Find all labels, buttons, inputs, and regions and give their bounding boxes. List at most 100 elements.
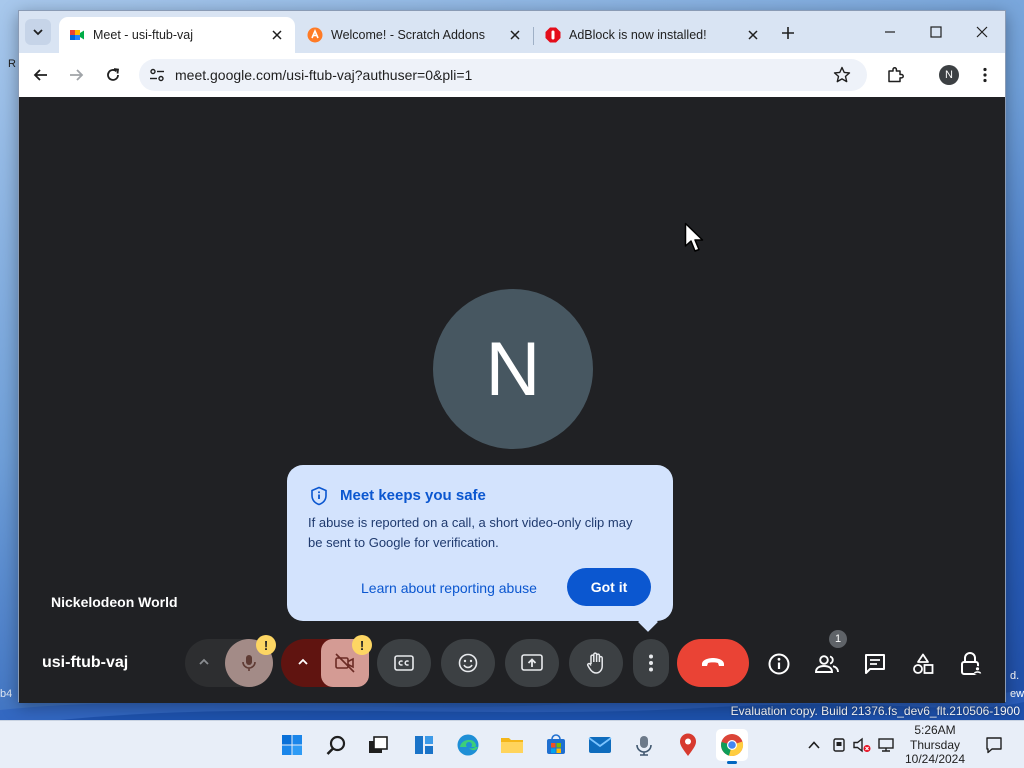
- reload-icon: [107, 68, 120, 81]
- tab-meet[interactable]: Meet - usi-ftub-vaj: [59, 17, 295, 53]
- learn-reporting-abuse-link[interactable]: Learn about reporting abuse: [361, 580, 537, 596]
- activities-button[interactable]: [908, 649, 938, 679]
- popup-body: If abuse is reported on a call, a short …: [308, 515, 633, 550]
- present-screen-button[interactable]: [505, 639, 559, 687]
- close-window-button[interactable]: [959, 17, 1005, 47]
- start-button[interactable]: [276, 729, 308, 761]
- plus-icon: [782, 27, 794, 39]
- windows-logo-icon: [282, 735, 302, 755]
- chat-icon: [865, 654, 885, 674]
- host-controls-button[interactable]: [956, 649, 986, 679]
- browser-menu-button[interactable]: [971, 61, 999, 89]
- volume-muted-icon: [853, 737, 871, 753]
- widgets-button[interactable]: [408, 729, 440, 761]
- microphone-icon: [242, 655, 256, 671]
- emoji-icon: [458, 653, 478, 673]
- browser-window: Meet - usi-ftub-vaj Welcome! - Scratch A…: [18, 10, 1006, 703]
- raise-hand-button[interactable]: [569, 639, 623, 687]
- network-icon: [878, 738, 894, 752]
- tab-title: Welcome! - Scratch Addons: [331, 28, 486, 42]
- site-info-icon[interactable]: [149, 67, 165, 83]
- tab-title: AdBlock is now installed!: [569, 28, 707, 42]
- close-tab-icon[interactable]: [507, 27, 523, 43]
- maximize-button[interactable]: [913, 17, 959, 47]
- desktop-text-fragment: ew: [1010, 688, 1024, 700]
- device-icon: [833, 738, 845, 752]
- leave-call-button[interactable]: [677, 639, 749, 687]
- captions-button[interactable]: [377, 639, 431, 687]
- chevron-up-icon: [808, 741, 820, 749]
- back-button[interactable]: [27, 61, 55, 89]
- file-explorer-app[interactable]: [496, 729, 528, 761]
- shield-icon: [309, 486, 329, 506]
- microphone-icon: [636, 736, 652, 756]
- tab-search-button[interactable]: [25, 19, 51, 45]
- tray-app-icon[interactable]: [829, 735, 849, 755]
- lock-person-icon: [961, 652, 982, 675]
- taskbar: 5:26AM Thursday 10/24/2024: [0, 720, 1024, 768]
- reload-button[interactable]: [99, 61, 127, 89]
- desktop-text-fragment: b4: [0, 688, 13, 700]
- forward-button[interactable]: [62, 61, 90, 89]
- maps-app[interactable]: [672, 729, 704, 761]
- google-meet-icon: [70, 30, 84, 40]
- adblock-icon: [545, 27, 561, 43]
- people-button[interactable]: [812, 649, 842, 679]
- address-bar[interactable]: meet.google.com/usi-ftub-vaj?authuser=0&…: [139, 59, 867, 91]
- clock-time: 5:26AM: [914, 723, 956, 737]
- chat-button[interactable]: [860, 649, 890, 679]
- mail-app[interactable]: [584, 729, 616, 761]
- evaluation-watermark: Evaluation copy. Build 21376.fs_dev6_flt…: [730, 704, 1020, 718]
- tab-adblock[interactable]: AdBlock is now installed!: [535, 17, 771, 53]
- chevron-up-icon: [199, 658, 209, 665]
- task-view-button[interactable]: [362, 729, 394, 761]
- meet-call-view: N Meet keeps you safe If abuse is report…: [19, 97, 1005, 703]
- participant-avatar: N: [433, 289, 593, 449]
- clock-day: Thursday: [909, 737, 961, 752]
- video-settings-chevron[interactable]: [296, 655, 310, 669]
- chevron-up-icon: [298, 658, 308, 665]
- close-tab-icon[interactable]: [269, 27, 285, 43]
- mouse-cursor-icon: [684, 222, 704, 252]
- browser-toolbar: meet.google.com/usi-ftub-vaj?authuser=0&…: [19, 53, 1005, 97]
- participant-name: Nickelodeon World: [51, 594, 178, 610]
- desktop-text-fragment: R: [8, 58, 16, 70]
- microsoft-store-app[interactable]: [540, 729, 572, 761]
- tab-scratch-addons[interactable]: Welcome! - Scratch Addons: [297, 17, 533, 53]
- tab-separator: [533, 27, 534, 45]
- minimize-icon: [885, 31, 895, 33]
- close-tab-icon[interactable]: [745, 27, 761, 43]
- widgets-icon: [415, 736, 433, 754]
- arrow-right-icon: [70, 69, 84, 81]
- minimize-button[interactable]: [867, 17, 913, 47]
- notification-icon: [986, 737, 1002, 754]
- search-icon: [326, 735, 346, 755]
- chrome-app[interactable]: [716, 729, 748, 764]
- edge-app[interactable]: [452, 729, 484, 761]
- more-vertical-icon: [983, 67, 987, 83]
- system-clock[interactable]: 5:26AM Thursday 10/24/2024: [898, 723, 972, 767]
- desktop-text-fragment: d.: [1010, 670, 1020, 682]
- reactions-button[interactable]: [441, 639, 495, 687]
- task-view-icon: [369, 736, 388, 753]
- meeting-details-button[interactable]: [764, 649, 794, 679]
- got-it-button[interactable]: Got it: [567, 568, 651, 606]
- popup-title: Meet keeps you safe: [340, 487, 486, 504]
- url-text: meet.google.com/usi-ftub-vaj?authuser=0&…: [175, 67, 473, 83]
- voice-recorder-app[interactable]: [628, 729, 660, 761]
- tray-overflow-button[interactable]: [804, 735, 824, 755]
- volume-button[interactable]: [852, 735, 872, 755]
- notifications-button[interactable]: [982, 735, 1006, 755]
- extensions-button[interactable]: [881, 61, 909, 89]
- new-tab-button[interactable]: [777, 22, 799, 44]
- search-button[interactable]: [320, 729, 352, 761]
- arrow-left-icon: [33, 69, 47, 81]
- raise-hand-icon: [587, 652, 603, 674]
- audio-settings-chevron[interactable]: [197, 655, 211, 669]
- puzzle-icon: [888, 67, 904, 83]
- more-options-button[interactable]: [633, 639, 669, 687]
- profile-avatar[interactable]: N: [939, 65, 959, 85]
- network-button[interactable]: [876, 735, 896, 755]
- map-pin-icon: [680, 733, 696, 756]
- bookmark-star-icon[interactable]: [833, 66, 851, 84]
